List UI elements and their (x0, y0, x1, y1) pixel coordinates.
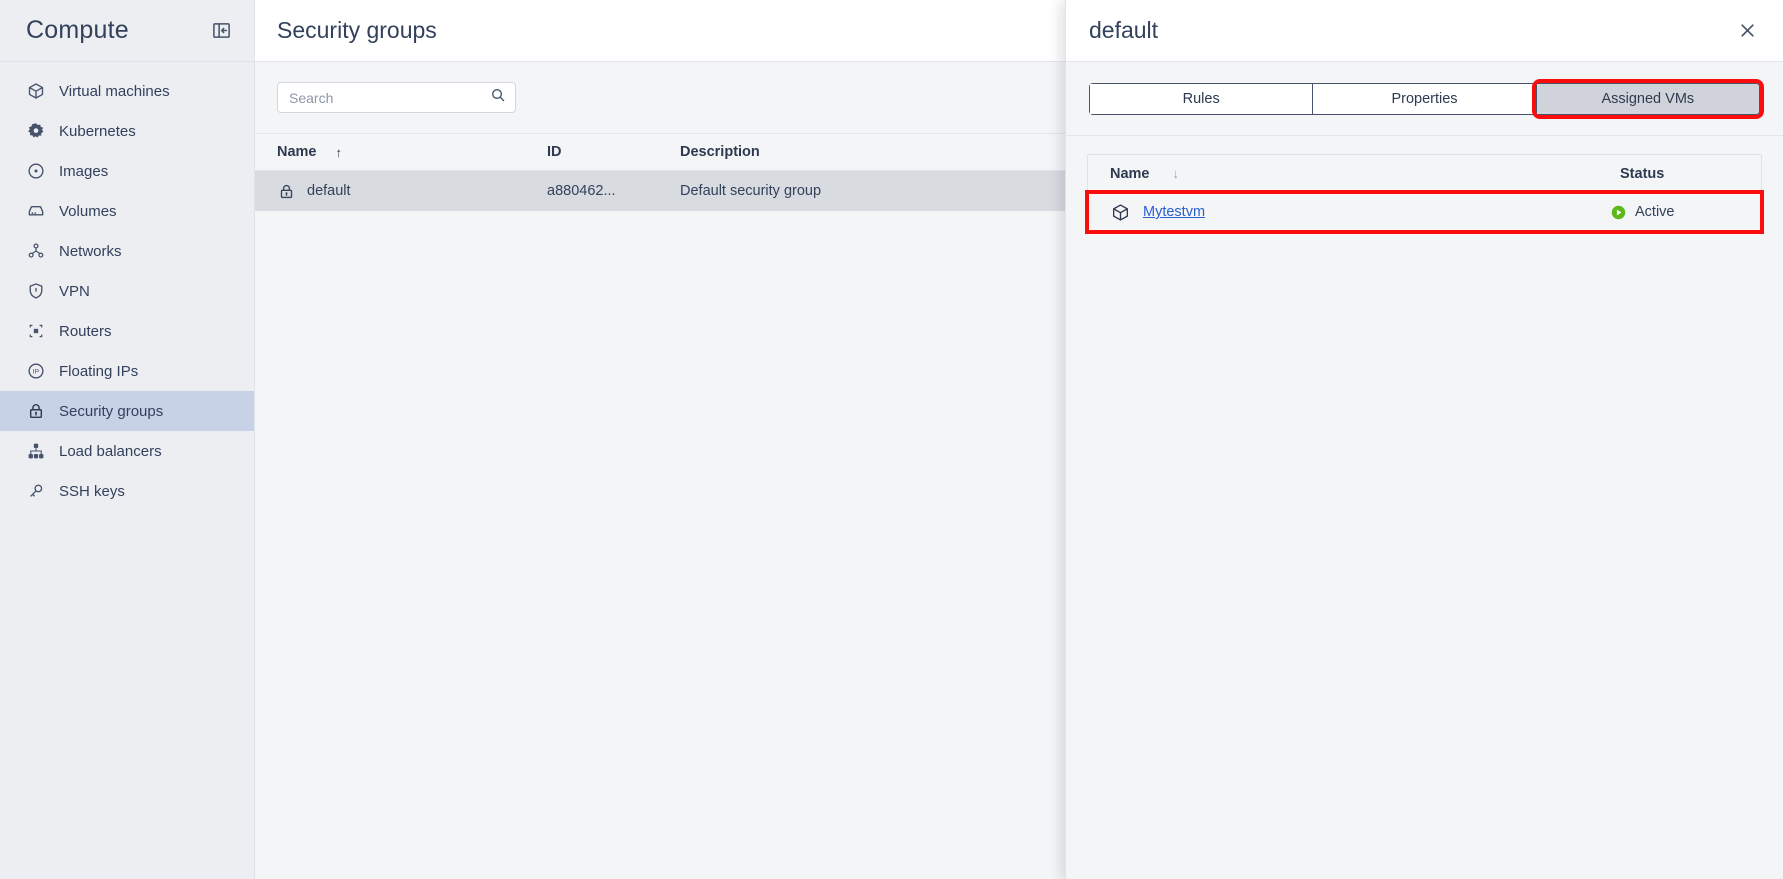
router-icon (26, 322, 45, 341)
vm-table-header: Name ↓ Status (1088, 155, 1761, 193)
sidebar-item-label: Floating IPs (59, 362, 139, 380)
key-icon (26, 482, 45, 501)
disc-icon (26, 162, 45, 181)
panel-tabs: Rules Properties Assigned VMs (1089, 79, 1764, 119)
sidebar-nav: Virtual machines Kubernetes Images Volum… (0, 62, 254, 511)
play-circle-icon (1611, 205, 1626, 220)
lock-icon (26, 402, 45, 421)
sidebar-item-virtual-machines[interactable]: Virtual machines (0, 71, 254, 111)
column-header-id[interactable]: ID (547, 144, 680, 160)
panel-collapse-icon[interactable] (208, 18, 234, 44)
search-box[interactable] (277, 82, 516, 113)
tab-rules[interactable]: Rules (1090, 84, 1314, 114)
sort-ascending-icon: ↑ (335, 144, 343, 160)
page-title: Security groups (277, 17, 437, 43)
sidebar-item-label: Networks (59, 242, 122, 260)
column-header-name[interactable]: Name ↑ (277, 144, 547, 160)
network-icon (26, 242, 45, 261)
assigned-vms-table: Name ↓ Status Mytestvm Active (1085, 154, 1764, 234)
sidebar-item-kubernetes[interactable]: Kubernetes (0, 111, 254, 151)
sidebar-item-label: Kubernetes (59, 122, 136, 140)
tab-assigned-vms[interactable]: Assigned VMs (1531, 79, 1764, 119)
status-badge: Active (1635, 204, 1675, 220)
sidebar-item-ssh-keys[interactable]: SSH keys (0, 471, 254, 511)
tab-properties[interactable]: Properties (1313, 84, 1537, 114)
sidebar-item-label: Load balancers (59, 442, 162, 460)
sidebar-item-label: Virtual machines (59, 82, 170, 100)
sidebar-item-volumes[interactable]: Volumes (0, 191, 254, 231)
sidebar-item-label: Routers (59, 322, 112, 340)
sidebar-item-routers[interactable]: Routers (0, 311, 254, 351)
cell-name: default (277, 182, 547, 201)
lock-icon (277, 182, 296, 201)
row-name-text: default (307, 183, 351, 199)
panel-title: default (1089, 17, 1159, 43)
sidebar-item-images[interactable]: Images (0, 151, 254, 191)
close-icon[interactable] (1735, 19, 1759, 43)
sidebar-item-label: VPN (59, 282, 90, 300)
sidebar-item-label: SSH keys (59, 482, 125, 500)
floating-ip-icon: IP (26, 362, 45, 381)
sidebar-item-label: Images (59, 162, 109, 180)
panel-body: Name ↓ Status Mytestvm Active (1066, 136, 1783, 879)
sidebar-item-label: Volumes (59, 202, 117, 220)
search-icon[interactable] (490, 87, 506, 108)
search-input[interactable] (289, 89, 490, 106)
drive-icon (26, 202, 45, 221)
sidebar-header: Compute (0, 0, 254, 62)
sort-descending-icon: ↓ (1172, 166, 1180, 181)
detail-panel: default Rules Properties Assigned VMs Na… (1065, 0, 1783, 879)
load-balancer-icon (26, 442, 45, 461)
cube-icon (26, 82, 45, 101)
sidebar-item-vpn[interactable]: VPN (0, 271, 254, 311)
vm-column-header-status[interactable]: Status (1571, 166, 1761, 182)
vm-cell-name: Mytestvm (1110, 202, 1571, 222)
cube-icon (1110, 202, 1130, 222)
svg-text:IP: IP (32, 369, 39, 376)
sidebar-item-load-balancers[interactable]: Load balancers (0, 431, 254, 471)
vm-name-link[interactable]: Mytestvm (1143, 204, 1205, 220)
app-root: Compute Virtual machines Kubernetes Imag… (0, 0, 1783, 879)
shield-icon (26, 282, 45, 301)
tabs-container: Rules Properties Assigned VMs (1066, 62, 1783, 136)
sidebar-item-label: Security groups (59, 402, 164, 420)
kubernetes-icon (26, 122, 45, 141)
vm-column-header-name[interactable]: Name ↓ (1110, 166, 1571, 182)
sidebar-title: Compute (26, 16, 129, 44)
vm-table-row[interactable]: Mytestvm Active (1085, 190, 1764, 234)
sidebar-item-security-groups[interactable]: Security groups (0, 391, 254, 431)
vm-cell-status: Active (1571, 204, 1761, 220)
panel-header: default (1066, 0, 1783, 62)
sidebar-item-floating-ips[interactable]: IP Floating IPs (0, 351, 254, 391)
sidebar: Compute Virtual machines Kubernetes Imag… (0, 0, 255, 879)
sidebar-item-networks[interactable]: Networks (0, 231, 254, 271)
cell-id: a880462... (547, 183, 616, 199)
